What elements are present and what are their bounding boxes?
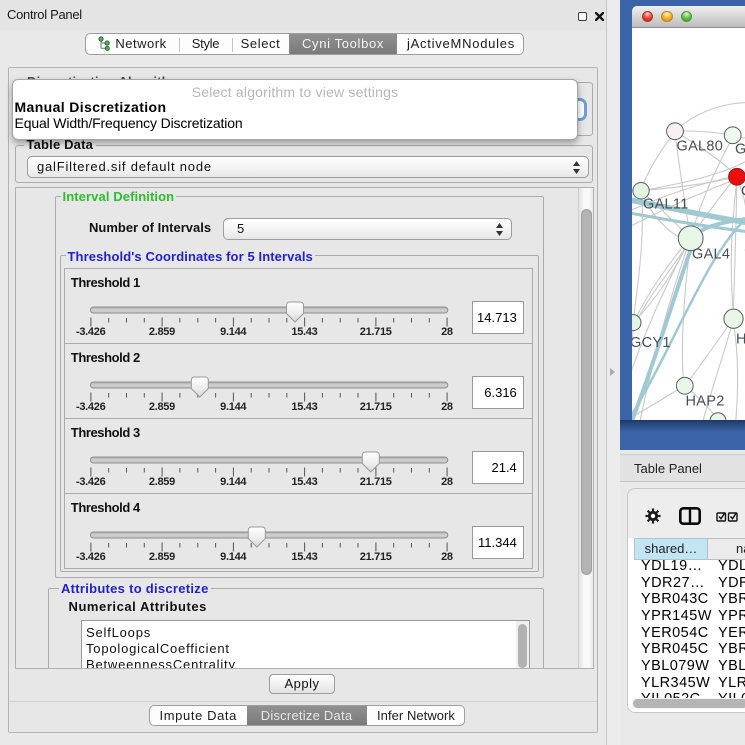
- svg-text:CY: CY: [741, 183, 745, 199]
- svg-text:GAL11: GAL11: [643, 196, 689, 212]
- svg-text:HAP2: HAP2: [686, 393, 725, 409]
- svg-text:GAL80: GAL80: [677, 138, 724, 154]
- svg-text:GA: GA: [735, 141, 745, 157]
- svg-text:GCY1: GCY1: [632, 334, 671, 350]
- svg-text:GAL4: GAL4: [692, 246, 730, 262]
- svg-text:H: H: [736, 331, 745, 347]
